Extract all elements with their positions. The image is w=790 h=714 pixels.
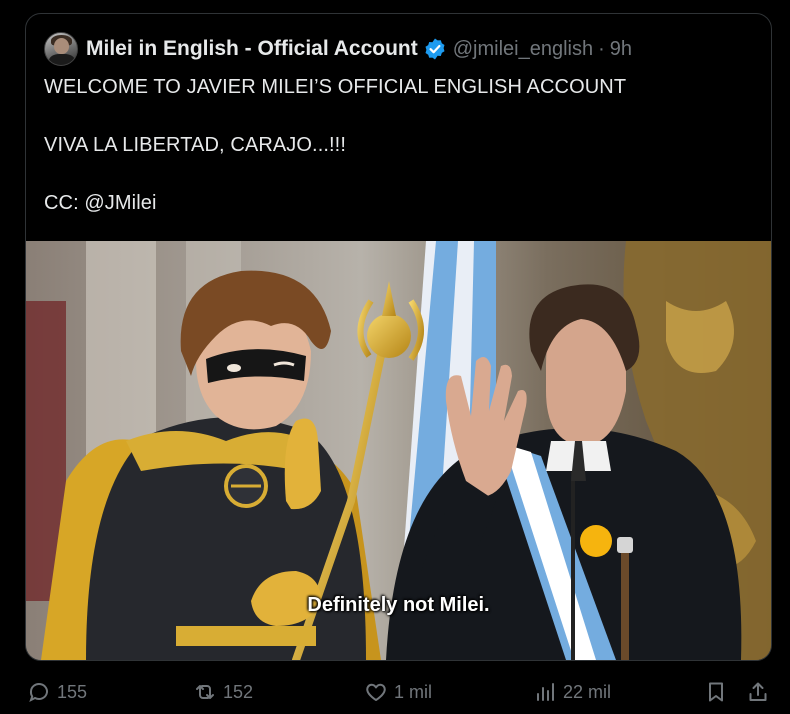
tweet-text-line-1: WELCOME TO JAVIER MILEI’S OFFICIAL ENGLI… xyxy=(44,76,627,98)
views-count: 22 mil xyxy=(563,681,612,702)
reply-count: 155 xyxy=(57,681,88,702)
tweet-time[interactable]: 9h xyxy=(610,38,632,61)
repost-button[interactable]: 152 xyxy=(193,675,253,709)
share-icon xyxy=(749,682,767,701)
media-caption: Definitely not Milei. xyxy=(307,594,490,616)
repost-icon xyxy=(196,685,214,699)
separator-dot: · xyxy=(598,37,605,60)
verified-badge-icon xyxy=(425,38,445,60)
share-button[interactable] xyxy=(746,675,776,709)
views-chart-icon xyxy=(537,683,554,701)
like-button[interactable]: 1 mil xyxy=(364,675,432,709)
author-handle[interactable]: @jmilei_english xyxy=(453,38,593,61)
tweet-card[interactable]: Milei in English - Official Account @jmi… xyxy=(25,13,772,661)
reply-button[interactable]: 155 xyxy=(27,675,87,709)
tweet-header: Milei in English - Official Account @jmi… xyxy=(44,32,632,66)
heart-icon xyxy=(366,683,386,701)
author-avatar[interactable] xyxy=(44,32,78,66)
bookmark-icon xyxy=(709,682,723,702)
author-name[interactable]: Milei in English - Official Account xyxy=(86,37,418,61)
tweet-action-bar: 155 152 1 mil 22 mil xyxy=(0,675,790,709)
tweet-text-line-3: CC: @JMilei xyxy=(44,192,157,214)
repost-count: 152 xyxy=(223,681,254,702)
like-count: 1 mil xyxy=(394,681,433,702)
reply-icon xyxy=(29,683,48,702)
bookmark-button[interactable] xyxy=(704,675,734,709)
views-button[interactable]: 22 mil xyxy=(533,675,611,709)
tweet-text-line-2: VIVA LA LIBERTAD, CARAJO...!!! xyxy=(44,134,346,156)
tweet-media-image[interactable]: Definitely not Milei. xyxy=(26,241,771,660)
